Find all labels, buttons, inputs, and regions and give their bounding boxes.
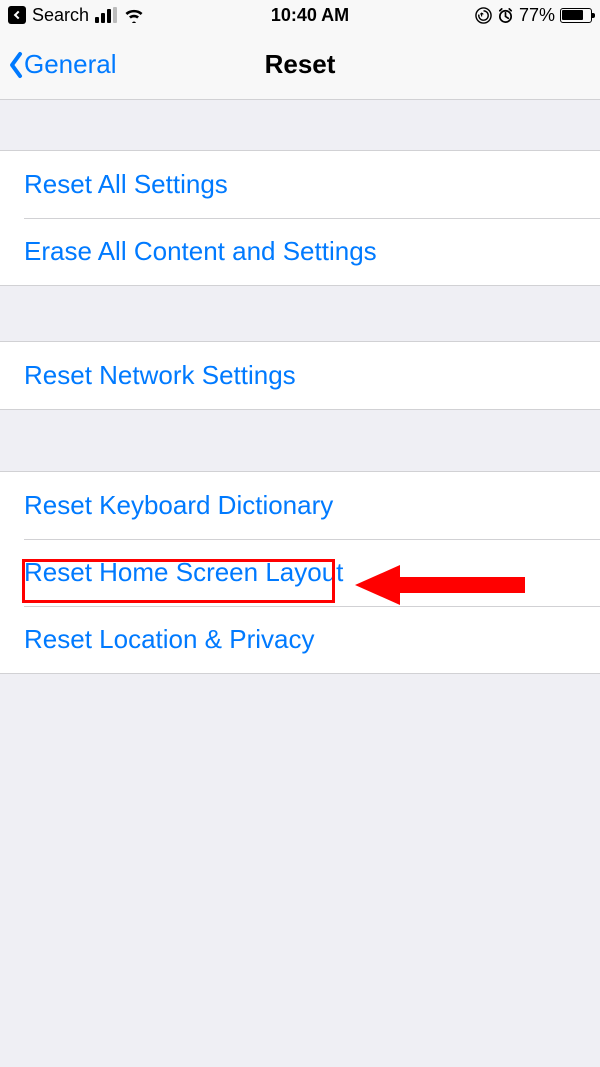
status-bar: Search 10:40 AM 77% [0, 0, 600, 30]
row-label: Reset Home Screen Layout [24, 557, 343, 587]
reset-all-settings[interactable]: Reset All Settings [0, 151, 600, 218]
battery-fill [562, 10, 583, 20]
back-button-label: General [24, 49, 117, 80]
row-label: Reset Keyboard Dictionary [24, 490, 333, 520]
battery-icon [560, 8, 592, 23]
reset-location-and-privacy[interactable]: Reset Location & Privacy [0, 606, 600, 673]
erase-all-content-and-settings[interactable]: Erase All Content and Settings [0, 218, 600, 285]
reset-home-screen-layout[interactable]: Reset Home Screen Layout [0, 539, 600, 606]
alarm-icon [497, 7, 514, 24]
status-time: 10:40 AM [271, 5, 349, 26]
status-right: 77% [475, 5, 592, 26]
back-to-app-label[interactable]: Search [32, 5, 89, 26]
page-title: Reset [265, 49, 336, 80]
row-label: Reset Network Settings [24, 360, 296, 390]
settings-group-2: Reset Network Settings [0, 341, 600, 410]
back-to-app-icon[interactable] [8, 6, 26, 24]
status-left: Search [8, 5, 145, 26]
row-label: Erase All Content and Settings [24, 236, 377, 266]
settings-group-1: Reset All Settings Erase All Content and… [0, 150, 600, 286]
wifi-icon [123, 7, 145, 23]
nav-bar: General Reset [0, 30, 600, 100]
back-button[interactable]: General [8, 49, 117, 80]
rotation-lock-icon [475, 7, 492, 24]
battery-percentage: 77% [519, 5, 555, 26]
cellular-signal-icon [95, 7, 117, 23]
settings-group-3: Reset Keyboard Dictionary Reset Home Scr… [0, 471, 600, 674]
reset-keyboard-dictionary[interactable]: Reset Keyboard Dictionary [0, 472, 600, 539]
reset-network-settings[interactable]: Reset Network Settings [0, 342, 600, 409]
row-label: Reset Location & Privacy [24, 624, 314, 654]
chevron-left-icon [8, 51, 24, 79]
row-label: Reset All Settings [24, 169, 228, 199]
